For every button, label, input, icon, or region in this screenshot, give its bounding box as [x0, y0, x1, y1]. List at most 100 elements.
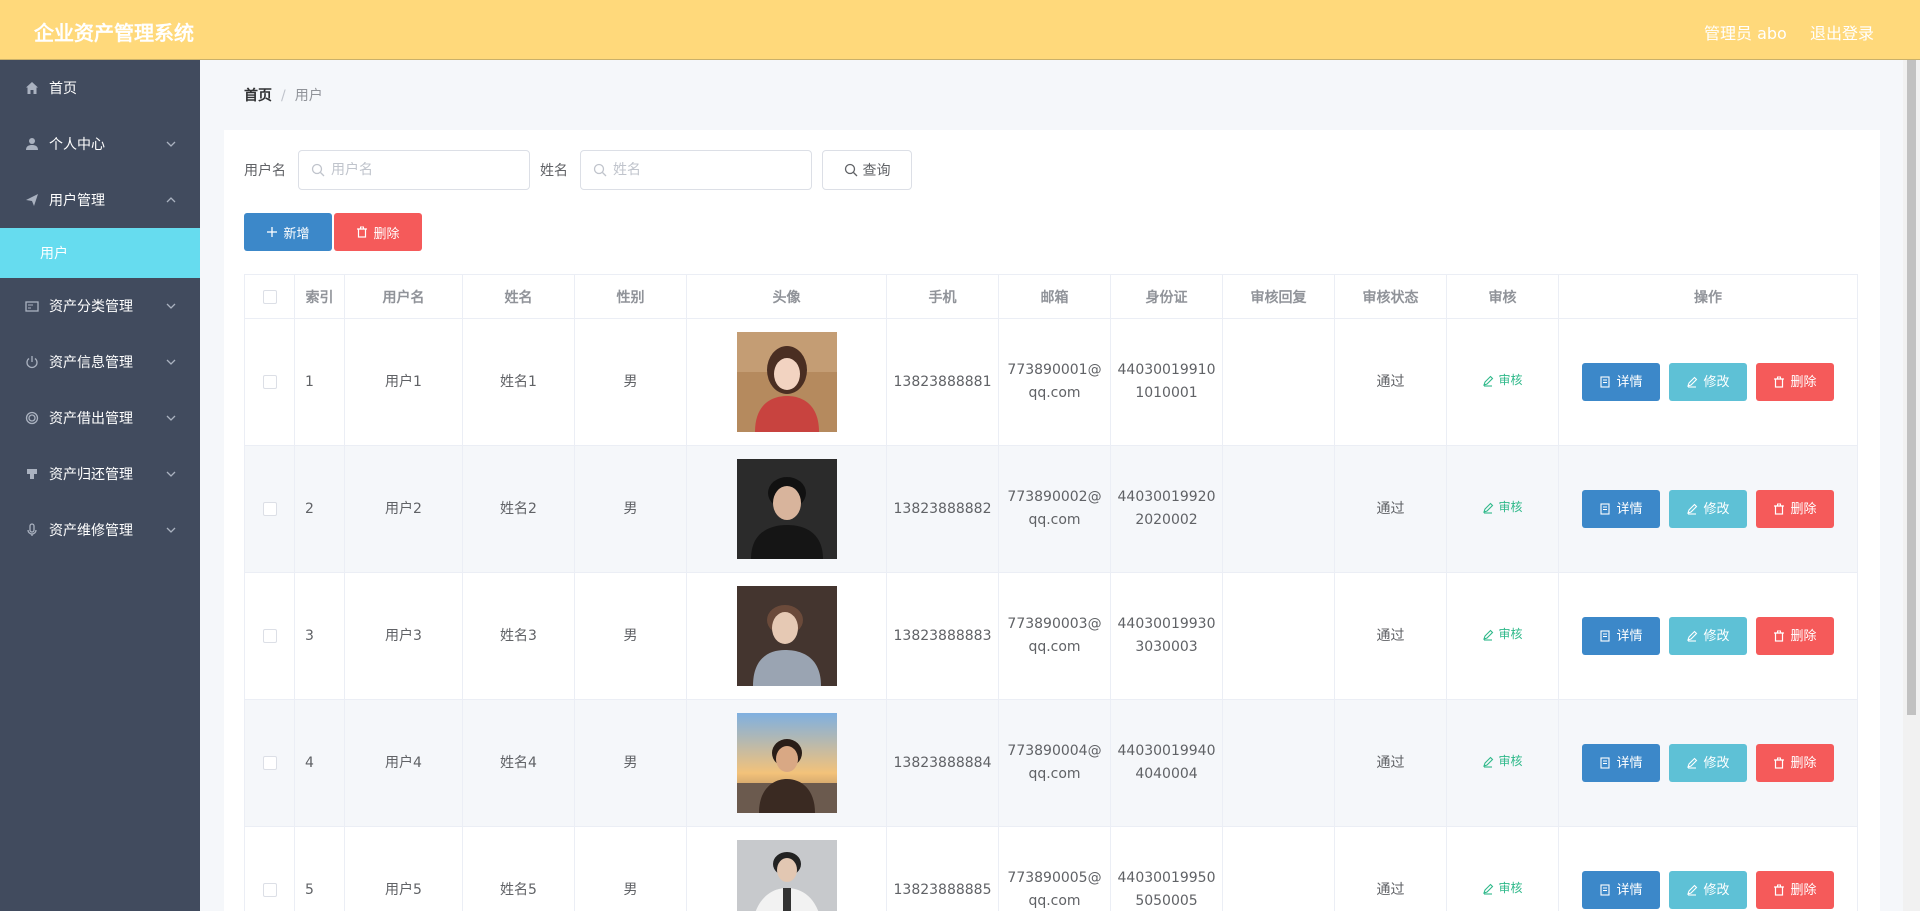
batch-delete-button[interactable]: 删除	[334, 213, 422, 251]
top-header: 企业资产管理系统 管理员 abo 退出登录	[0, 0, 1920, 60]
email-line: qq.com	[1028, 766, 1081, 782]
sidebar-item-label: 资产归还管理	[49, 467, 133, 483]
power-icon	[24, 354, 40, 370]
sidebar-item-profile[interactable]: 个人中心	[0, 116, 200, 172]
edit-icon	[1483, 629, 1494, 641]
sidebar-subitem-user[interactable]: 用户	[0, 228, 200, 278]
add-label: 新增	[283, 226, 310, 242]
avatar	[687, 713, 886, 813]
row-checkbox[interactable]	[262, 628, 277, 643]
detail-button[interactable]: 详情	[1582, 871, 1660, 909]
trash-icon	[1774, 630, 1785, 642]
home-icon	[24, 80, 40, 96]
idcard-line: 3030003	[1135, 639, 1198, 655]
audit-button[interactable]: 审核	[1482, 750, 1523, 773]
row-select-cell[interactable]	[244, 318, 295, 446]
audit-button[interactable]: 审核	[1482, 623, 1523, 646]
username-label: 用户名	[244, 163, 286, 179]
audit-button[interactable]: 审核	[1482, 877, 1523, 900]
delete-button[interactable]: 删除	[1756, 871, 1834, 909]
column-header: 性别	[574, 274, 687, 319]
sidebar-item-user-management[interactable]: 用户管理	[0, 172, 200, 228]
sidebar-item-asset-lend[interactable]: 资产借出管理	[0, 390, 200, 446]
cell-audit: 审核	[1446, 572, 1559, 700]
idcard-line: 1010001	[1135, 385, 1198, 401]
sidebar-item-asset-return[interactable]: 资产归还管理	[0, 446, 200, 502]
sidebar-item-label: 资产信息管理	[49, 355, 133, 371]
sidebar-item-asset-repair[interactable]: 资产维修管理	[0, 502, 200, 558]
edit-label: 修改	[1703, 628, 1730, 644]
row-checkbox[interactable]	[262, 755, 277, 770]
avatar	[687, 332, 886, 432]
edit-button[interactable]: 修改	[1669, 490, 1747, 528]
row-checkbox[interactable]	[262, 882, 277, 897]
sidebar-item-home[interactable]: 首页	[0, 60, 200, 116]
add-button[interactable]: 新增	[244, 213, 332, 251]
cell-idcard: 44030019910 1010001	[1110, 318, 1223, 446]
cell-avatar	[686, 572, 887, 700]
detail-button[interactable]: 详情	[1582, 617, 1660, 655]
row-checkbox[interactable]	[262, 501, 277, 516]
edit-button[interactable]: 修改	[1669, 363, 1747, 401]
cell-name: 姓名3	[462, 572, 575, 700]
audit-button[interactable]: 审核	[1482, 369, 1523, 392]
select-all-checkbox[interactable]	[262, 289, 277, 304]
cell-audit: 审核	[1446, 445, 1559, 573]
trash-icon	[1774, 503, 1785, 515]
cell-index: 2	[294, 445, 345, 573]
cell-email: 773890003@ qq.com	[998, 572, 1111, 700]
email-line: 773890001@	[1007, 362, 1102, 378]
document-icon	[1600, 884, 1611, 896]
cell-username: 用户5	[344, 826, 463, 911]
detail-button[interactable]: 详情	[1582, 744, 1660, 782]
delete-button[interactable]: 删除	[1756, 744, 1834, 782]
delete-button[interactable]: 删除	[1756, 617, 1834, 655]
row-select-cell[interactable]	[244, 826, 295, 911]
plus-icon	[267, 227, 278, 237]
sidebar-item-asset-info[interactable]: 资产信息管理	[0, 334, 200, 390]
logout-link[interactable]: 退出登录	[1810, 20, 1874, 44]
username-input[interactable]	[331, 162, 501, 178]
edit-icon	[1483, 375, 1494, 387]
row-checkbox[interactable]	[262, 374, 277, 389]
name-field[interactable]	[580, 150, 812, 190]
chevron-down-icon	[166, 415, 176, 421]
username-field[interactable]	[298, 150, 530, 190]
edit-button[interactable]: 修改	[1669, 871, 1747, 909]
detail-button[interactable]: 详情	[1582, 363, 1660, 401]
edit-button[interactable]: 修改	[1669, 617, 1747, 655]
search-icon	[311, 163, 325, 177]
row-select-cell[interactable]	[244, 445, 295, 573]
edit-icon	[1483, 502, 1494, 514]
query-button[interactable]: 查询	[822, 150, 912, 190]
name-input[interactable]	[613, 162, 783, 178]
page-scrollbar[interactable]	[1903, 60, 1920, 911]
current-user: 管理员 abo	[1704, 24, 1787, 43]
edit-button[interactable]: 修改	[1669, 744, 1747, 782]
column-header: 头像	[686, 274, 887, 319]
idcard-line: 2020002	[1135, 512, 1198, 528]
delete-button[interactable]: 删除	[1756, 490, 1834, 528]
cell-username: 用户2	[344, 445, 463, 573]
user-table: 索引 用户名 姓名 性别 头像 手机 邮箱 身份证 审核回复 审核状态 审核 操…	[244, 274, 1858, 911]
chevron-up-icon	[166, 197, 176, 203]
detail-label: 详情	[1616, 755, 1643, 771]
delete-label: 删除	[1790, 501, 1817, 517]
row-select-cell[interactable]	[244, 572, 295, 700]
breadcrumb-home[interactable]: 首页	[244, 88, 272, 104]
delete-button[interactable]: 删除	[1756, 363, 1834, 401]
sidebar-item-asset-category[interactable]: 资产分类管理	[0, 278, 200, 334]
table-row: 1 用户1 姓名1 男 13823888881 773890001@ qq.com 44030…	[244, 318, 1858, 446]
scrollbar-thumb[interactable]	[1907, 60, 1916, 715]
document-icon	[1600, 630, 1611, 642]
detail-button[interactable]: 详情	[1582, 490, 1660, 528]
audit-button[interactable]: 审核	[1482, 496, 1523, 519]
row-select-cell[interactable]	[244, 699, 295, 827]
main-panel: 用户名 姓名 查询 新增 删除 索引 用户名 姓名 性别 头像	[224, 130, 1880, 911]
select-all-header[interactable]	[244, 274, 295, 319]
cell-email: 773890002@ qq.com	[998, 445, 1111, 573]
column-header: 用户名	[344, 274, 463, 319]
cell-audit-status: 通过	[1334, 318, 1447, 446]
chevron-down-icon	[166, 141, 176, 147]
edit-icon	[1687, 630, 1698, 642]
